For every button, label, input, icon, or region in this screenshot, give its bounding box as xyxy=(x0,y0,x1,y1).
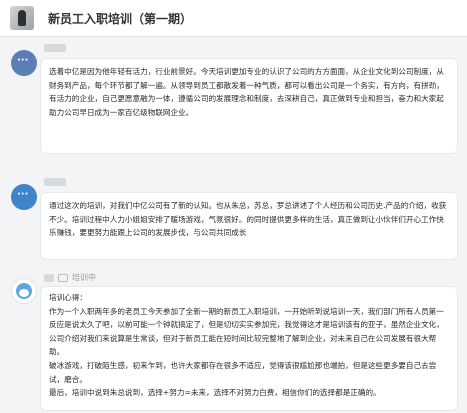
message-text: 选着中亿是因为他年轻有活力，行业前景好。今天培训更加专业的认识了公司的方方面面，… xyxy=(49,67,444,117)
avatar[interactable] xyxy=(11,184,37,210)
message-text: 作为一个入职两年多的老员工今天参加了全新一期的新员工入职培训，一开始听到说培训一… xyxy=(49,306,444,357)
message-text: 通过这次的培训，对我们中亿公司有了新的认知。也从朱总，苏总，罗总讲述了个人经历和… xyxy=(49,201,447,238)
redacted-name xyxy=(44,44,66,52)
chat-title: 新员工入职培训（第一期） xyxy=(48,12,193,26)
sender-name xyxy=(44,44,70,52)
message-text: 培训心得： xyxy=(49,293,87,302)
avatar-face-icon xyxy=(16,283,32,299)
redacted-name xyxy=(44,178,66,186)
avatar[interactable] xyxy=(11,278,37,304)
message-text: 最后，培训中说到朱总说到，选择+努力=未来，选择不对努力白费，相信你们的选择都是… xyxy=(49,388,381,398)
message-bubble[interactable]: 通过这次的培训，对我们中亿公司有了新的认知。也从朱总，苏总，罗总讲述了个人经历和… xyxy=(40,192,458,260)
message-bubble[interactable]: 培训心得： 作为一个入职两年多的老员工今天参加了全新一期的新员工入职培训，一开始… xyxy=(40,286,458,411)
message-text: 破冰游戏，打破陌生感，初来乍到，也许大家都存在很多不适应，觉得该很尴尬那也端拍，… xyxy=(49,360,437,384)
avatar[interactable] xyxy=(11,50,37,76)
redacted-name xyxy=(44,273,54,282)
message-bubble[interactable]: 选着中亿是因为他年轻有活力，行业前景好。今天培训更加专业的认识了公司的方方面面，… xyxy=(40,58,458,154)
sender-name xyxy=(44,178,70,186)
sender-name: 培训中 xyxy=(44,272,96,283)
chat-header: 新员工入职培训（第一期） xyxy=(0,0,467,37)
group-cover-image[interactable] xyxy=(10,6,34,30)
tag-icon xyxy=(58,273,68,282)
